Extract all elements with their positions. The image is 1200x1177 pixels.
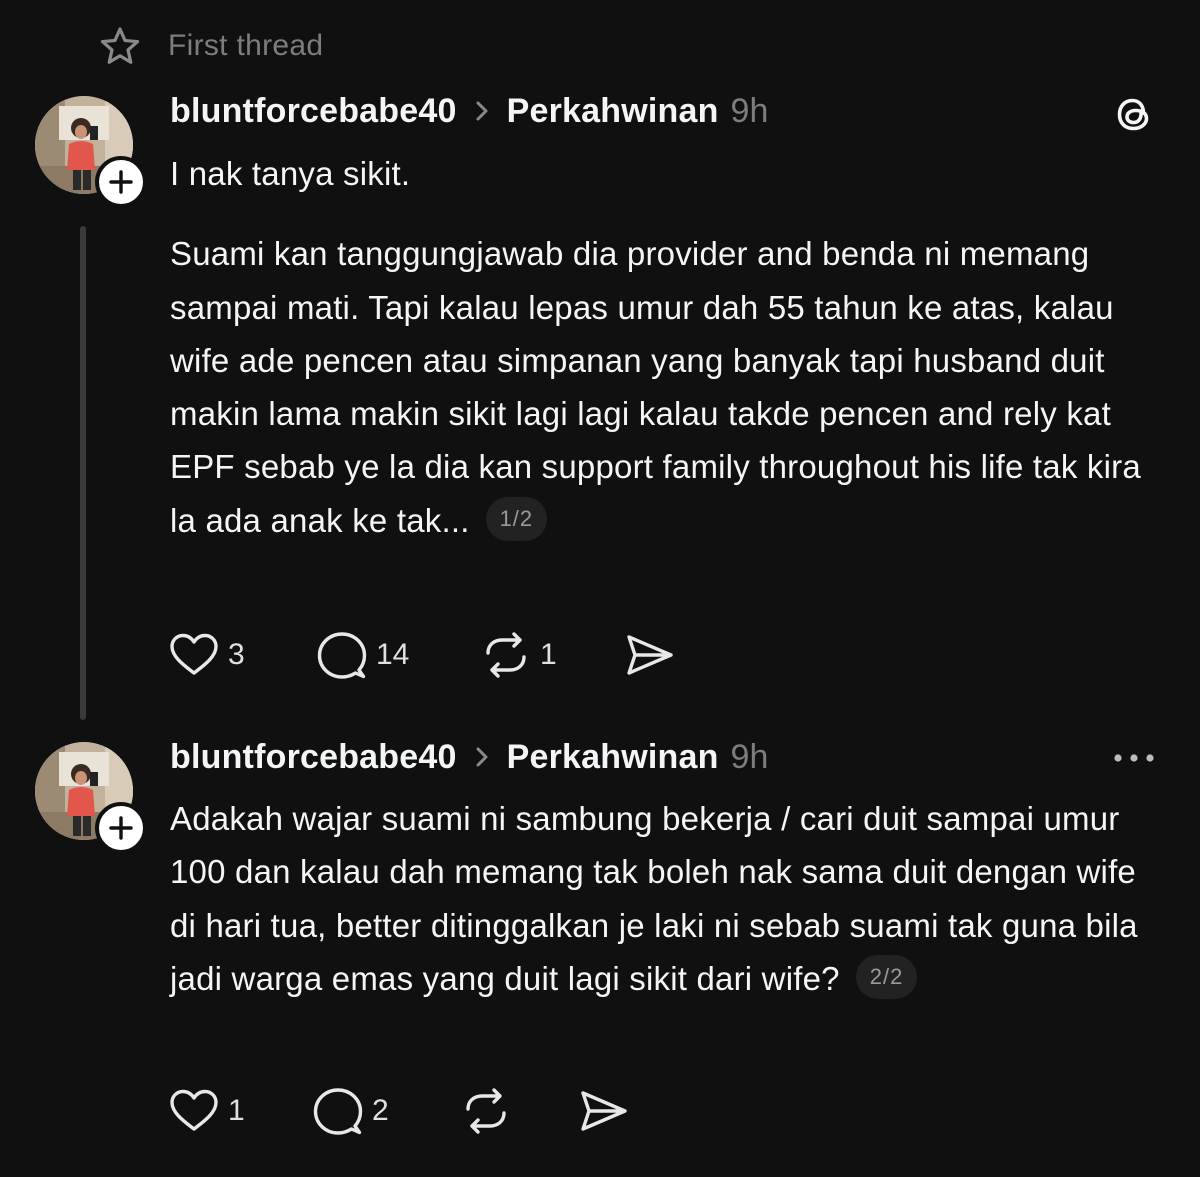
page-indicator: 1/2 <box>485 497 548 542</box>
follow-button[interactable] <box>95 802 147 854</box>
thread-title: First thread <box>168 29 324 62</box>
thread-connector-line <box>80 226 86 720</box>
send-icon <box>627 635 673 675</box>
username[interactable]: bluntforcebabe40 <box>170 738 457 777</box>
follow-button[interactable] <box>95 156 147 208</box>
like-button[interactable]: 1 <box>168 1086 245 1136</box>
post-header: bluntforcebabe40 Perkahwinan 9h <box>170 735 768 779</box>
repost-icon <box>486 632 526 678</box>
chevron-right-icon <box>476 747 488 767</box>
heart-icon <box>170 1089 218 1131</box>
post-time: 9h <box>730 91 769 130</box>
post-body: I nak tanya sikit. Suami kan tanggungjaw… <box>170 147 1170 547</box>
thread-header: First thread <box>98 26 323 66</box>
chevron-right-icon <box>476 101 488 121</box>
username[interactable]: bluntforcebabe40 <box>170 92 457 131</box>
reply-count: 2 <box>372 1094 389 1127</box>
avatar-post-2[interactable] <box>35 742 147 854</box>
reply-button[interactable]: 14 <box>316 630 409 680</box>
repost-button[interactable]: 1 <box>480 630 557 680</box>
post-body: Adakah wajar suami ni sambung bekerja / … <box>170 792 1170 1005</box>
post-paragraph-text: Suami kan tanggungjawab dia provider and… <box>170 235 1141 539</box>
community-name[interactable]: Perkahwinan <box>507 92 719 131</box>
heart-icon <box>170 633 218 675</box>
comment-icon <box>313 1088 363 1135</box>
repost-count: 1 <box>540 638 557 671</box>
comment-icon <box>317 632 367 679</box>
share-button[interactable] <box>578 1086 630 1136</box>
post-paragraph: Suami kan tanggungjawab dia provider and… <box>170 227 1170 547</box>
plus-icon <box>109 170 133 194</box>
repost-icon <box>466 1088 506 1134</box>
post-header: bluntforcebabe40 Perkahwinan 9h <box>170 89 768 133</box>
post-paragraph: I nak tanya sikit. <box>170 155 411 192</box>
repost-button[interactable] <box>460 1086 512 1136</box>
post-paragraph-text: Adakah wajar suami ni sambung bekerja / … <box>170 800 1138 997</box>
post-paragraph: Adakah wajar suami ni sambung bekerja / … <box>170 792 1170 1005</box>
avatar-post-1[interactable] <box>35 96 147 208</box>
plus-icon <box>109 816 133 840</box>
threads-logo-icon[interactable] <box>1110 90 1158 138</box>
community-name[interactable]: Perkahwinan <box>507 738 719 777</box>
post-actions: 3 14 1 <box>168 630 728 680</box>
more-horizontal-icon[interactable] <box>1110 744 1158 772</box>
reply-button[interactable]: 2 <box>312 1086 389 1136</box>
like-count: 3 <box>228 638 245 671</box>
send-icon <box>581 1091 627 1131</box>
post-time: 9h <box>730 737 769 776</box>
share-button[interactable] <box>624 630 676 680</box>
reply-count: 14 <box>376 638 410 671</box>
star-icon[interactable] <box>98 24 142 68</box>
like-button[interactable]: 3 <box>168 630 245 680</box>
post-actions: 1 2 <box>168 1086 648 1136</box>
like-count: 1 <box>228 1094 245 1127</box>
page-indicator: 2/2 <box>855 955 918 1000</box>
